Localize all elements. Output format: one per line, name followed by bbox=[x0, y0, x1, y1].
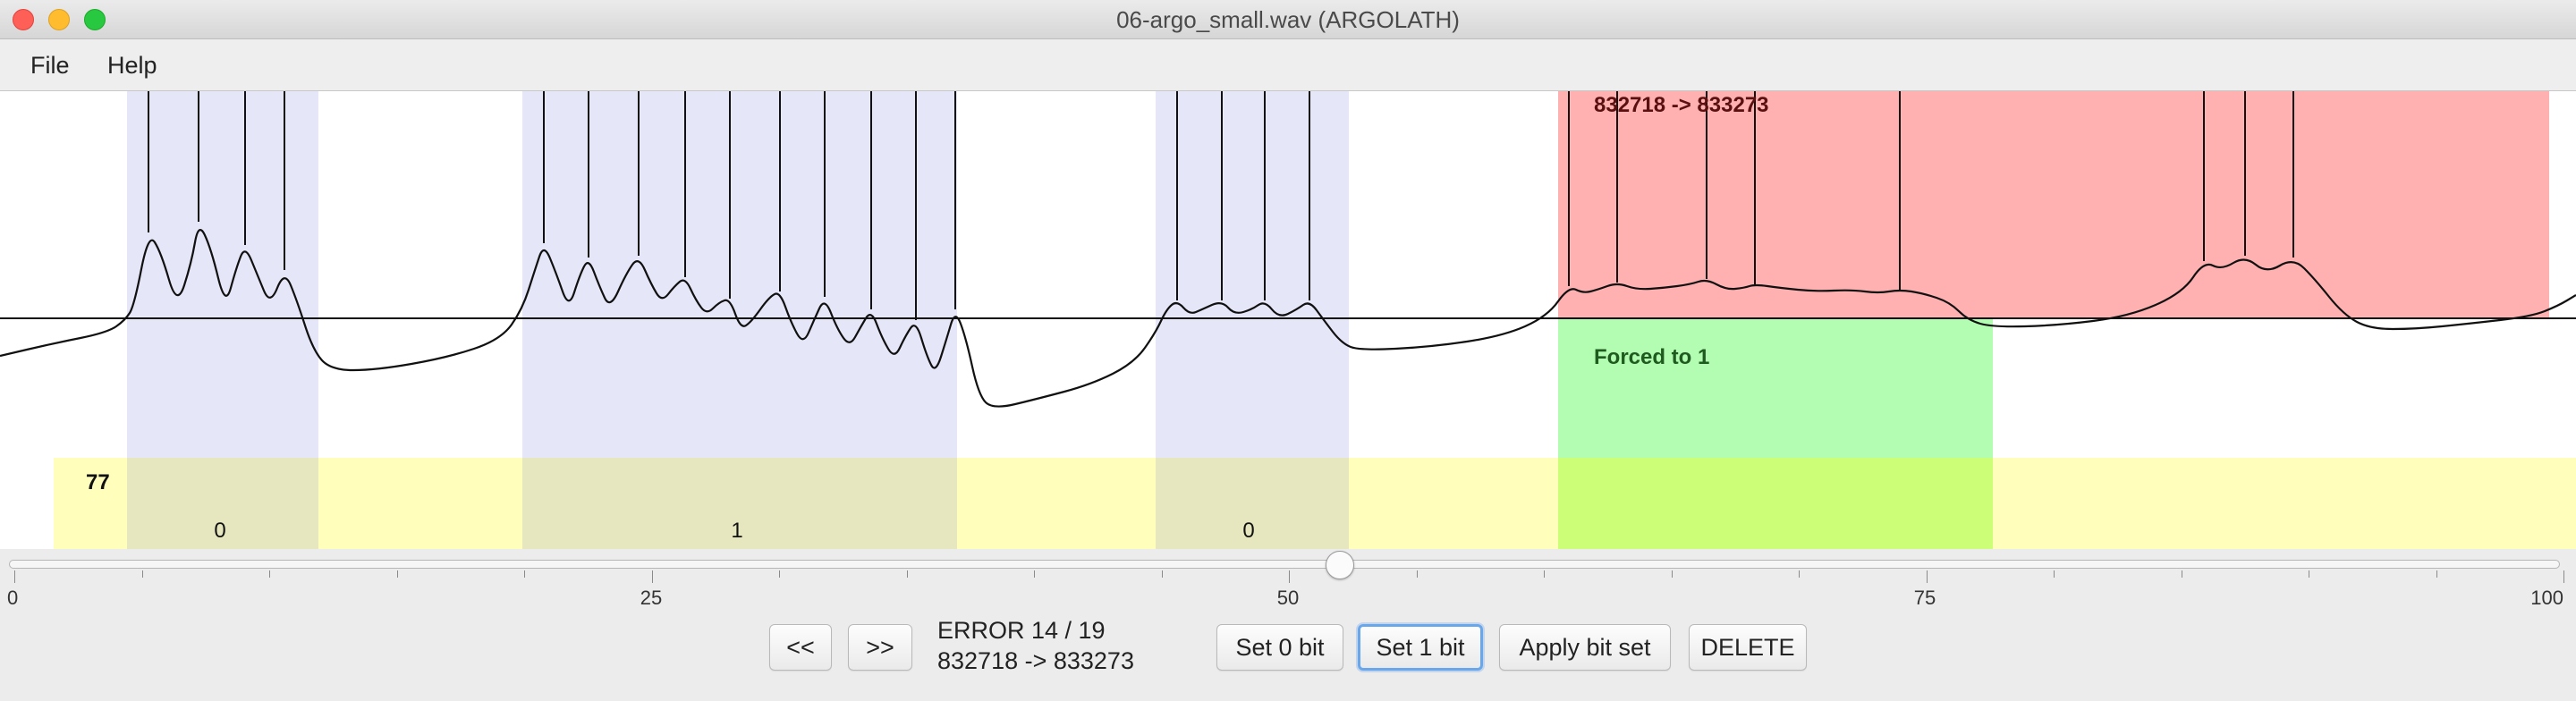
slider-tick bbox=[141, 570, 143, 578]
apply-bit-set-button[interactable]: Apply bit set bbox=[1499, 624, 1671, 671]
delete-button[interactable]: DELETE bbox=[1689, 624, 1807, 671]
waveform-canvas[interactable] bbox=[0, 91, 2576, 549]
slider-tick bbox=[906, 570, 908, 578]
menu-file[interactable]: File bbox=[30, 39, 70, 91]
window-title: 06-argo_small.wav (ARGOLATH) bbox=[1116, 6, 1460, 33]
set-1-bit-button[interactable]: Set 1 bit bbox=[1358, 624, 1483, 671]
set-0-bit-button[interactable]: Set 0 bit bbox=[1216, 624, 1343, 671]
slider-tick-label: 75 bbox=[1913, 587, 1936, 609]
bit-value-label: 0 bbox=[214, 519, 226, 543]
menu-help[interactable]: Help bbox=[107, 39, 157, 91]
slider-tick bbox=[1034, 570, 1035, 578]
slider-tick bbox=[2436, 570, 2437, 578]
group-count-label: 77 bbox=[86, 470, 110, 494]
slider-tick bbox=[1799, 570, 1800, 578]
slider-tick-label: 50 bbox=[1276, 587, 1300, 609]
slider-tick bbox=[269, 570, 270, 578]
slider-tick bbox=[651, 570, 653, 583]
slider-tick bbox=[2054, 570, 2055, 578]
error-range-label: 832718 -> 833273 bbox=[1594, 93, 1769, 117]
menu-bar: File Help bbox=[0, 39, 2576, 91]
waveform-panel[interactable]: 832718 -> 833273 Forced to 1 77 0 1 0 bbox=[0, 91, 2576, 549]
bit-region bbox=[522, 91, 957, 458]
slider-tick bbox=[14, 570, 15, 583]
slider-tick bbox=[2563, 570, 2564, 583]
slider-thumb[interactable] bbox=[1326, 551, 1354, 579]
forced-band bbox=[1558, 458, 1993, 549]
slider-tick bbox=[1161, 570, 1163, 578]
slider-tick bbox=[779, 570, 780, 578]
slider-tick bbox=[396, 570, 398, 578]
previous-error-button[interactable]: << bbox=[769, 624, 832, 671]
slider-tick-label: 100 bbox=[2530, 587, 2563, 609]
error-counter-text: ERROR 14 / 19 bbox=[937, 617, 1106, 644]
bit-value-label: 0 bbox=[1242, 519, 1255, 543]
slider-tick bbox=[1416, 570, 1418, 578]
bit-value-label: 1 bbox=[731, 519, 743, 543]
slider-track[interactable] bbox=[9, 560, 2560, 569]
slider-tick bbox=[1289, 570, 1290, 583]
slider-tick bbox=[1926, 570, 1928, 583]
forced-bit-label: Forced to 1 bbox=[1594, 345, 1710, 369]
bit-region bbox=[127, 91, 318, 458]
title-bar: 06-argo_small.wav (ARGOLATH) bbox=[0, 0, 2576, 39]
error-range-text: 832718 -> 833273 bbox=[937, 647, 1134, 674]
slider-tick bbox=[1671, 570, 1673, 578]
position-slider[interactable]: 0 25 50 75 100 bbox=[0, 549, 2576, 615]
slider-tick-label: 0 bbox=[7, 587, 19, 609]
forced-region bbox=[1558, 318, 1993, 458]
slider-tick bbox=[1544, 570, 1545, 578]
bit-region bbox=[1156, 91, 1349, 458]
slider-tick bbox=[524, 570, 525, 578]
next-error-button[interactable]: >> bbox=[848, 624, 912, 671]
slider-tick-label: 25 bbox=[640, 587, 663, 609]
